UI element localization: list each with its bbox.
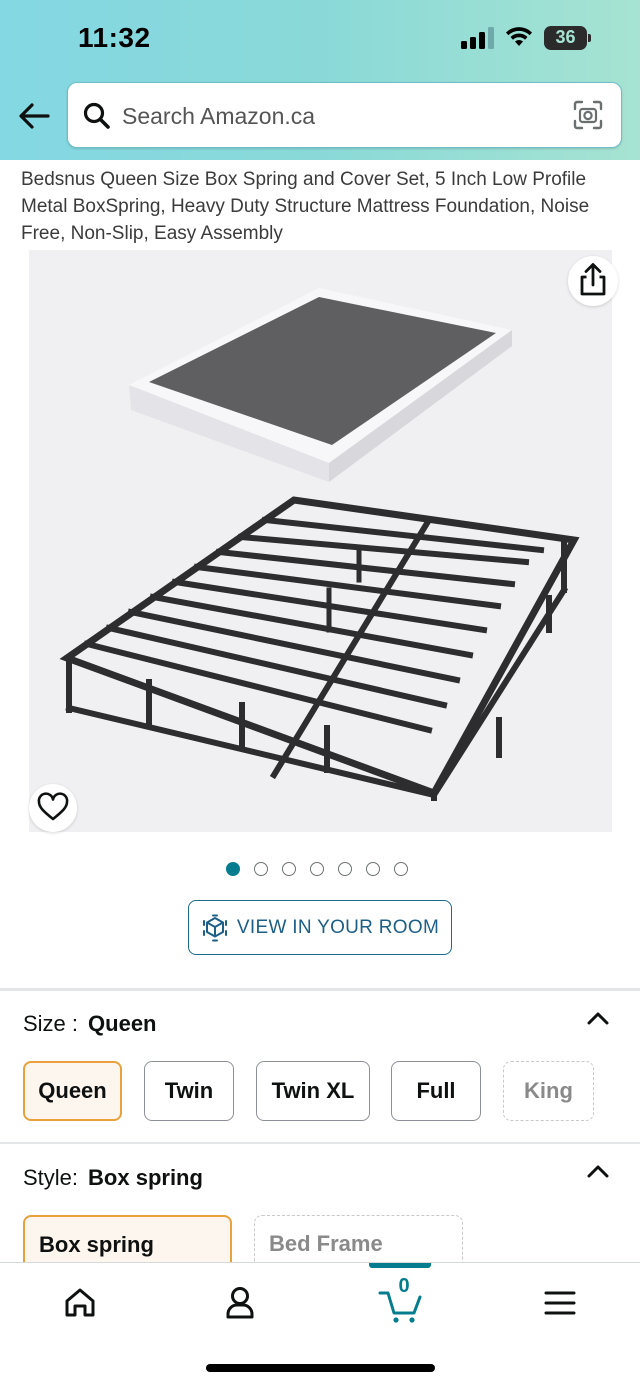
style-selected-value: Box spring — [88, 1165, 203, 1190]
camera-search-icon[interactable] — [572, 99, 604, 131]
size-option-full[interactable]: Full — [391, 1061, 481, 1121]
home-indicator — [206, 1364, 435, 1372]
carousel-dot[interactable] — [338, 862, 352, 876]
view-in-your-room-button[interactable]: VIEW IN YOUR ROOM — [188, 900, 452, 955]
carousel-dot[interactable] — [282, 862, 296, 876]
box-spring-illustration — [59, 288, 580, 801]
cart-count-badge: 0 — [398, 1275, 410, 1297]
share-button[interactable] — [568, 256, 618, 306]
heart-icon — [37, 792, 69, 821]
cart-active-indicator — [369, 1263, 431, 1268]
product-title[interactable]: Bedsnus Queen Size Box Spring and Cover … — [21, 166, 621, 247]
product-image[interactable] — [29, 250, 612, 832]
search-icon — [83, 102, 110, 129]
home-icon[interactable] — [56, 1279, 104, 1327]
size-key: Size : — [23, 1011, 79, 1036]
size-option-king[interactable]: King — [503, 1061, 594, 1121]
size-label: Size : Queen — [23, 1011, 157, 1037]
carousel-dot[interactable] — [310, 862, 324, 876]
chevron-up-icon[interactable] — [584, 1161, 612, 1181]
ar-cube-icon — [202, 914, 227, 941]
wishlist-button[interactable] — [29, 784, 77, 832]
carousel-dot[interactable] — [254, 862, 268, 876]
person-icon[interactable] — [216, 1279, 264, 1327]
size-option-twin[interactable]: Twin — [144, 1061, 234, 1121]
cellular-signal-icon — [461, 27, 494, 49]
chevron-up-icon[interactable] — [584, 1008, 612, 1028]
share-icon — [580, 263, 606, 296]
section-divider — [0, 1142, 640, 1144]
battery-percentage: 36 — [555, 27, 576, 47]
size-option-queen[interactable]: Queen — [23, 1061, 122, 1121]
section-divider — [0, 988, 640, 991]
back-arrow-icon[interactable] — [14, 98, 54, 134]
carousel-indicator — [226, 862, 408, 878]
search-input[interactable] — [122, 99, 562, 133]
wifi-icon — [506, 27, 532, 46]
search-box[interactable] — [67, 82, 622, 148]
carousel-dot[interactable] — [366, 862, 380, 876]
status-time: 11:32 — [78, 22, 151, 53]
menu-icon[interactable] — [536, 1279, 584, 1327]
carousel-dot[interactable] — [226, 862, 240, 876]
battery-icon: 36 — [544, 26, 592, 50]
size-selected-value: Queen — [88, 1011, 157, 1036]
app-header: 11:32 36 — [0, 0, 640, 160]
view-in-your-room-label: VIEW IN YOUR ROOM — [236, 916, 440, 938]
size-option-twin-xl[interactable]: Twin XL — [256, 1061, 370, 1121]
style-key: Style: — [23, 1165, 79, 1190]
style-label: Style: Box spring — [23, 1165, 203, 1191]
carousel-dot[interactable] — [394, 862, 408, 876]
